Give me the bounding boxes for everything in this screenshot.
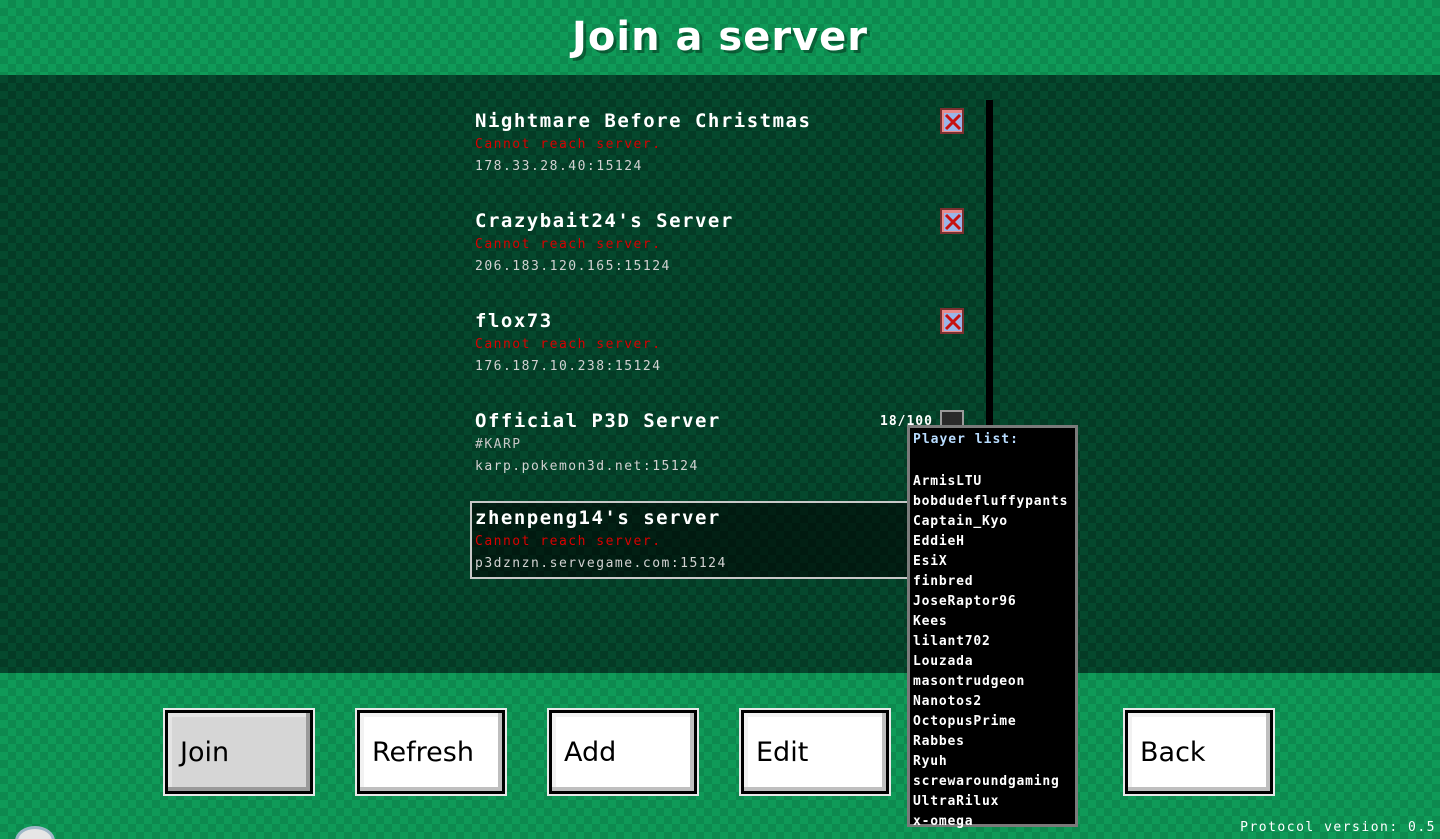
server-list-scrollbar[interactable] [986, 100, 993, 430]
player-name: Louzada [913, 654, 974, 669]
server-address: p3dznzn.servegame.com:15124 [475, 556, 727, 571]
unreachable-x-icon [940, 308, 964, 334]
add-button[interactable]: Add [549, 710, 697, 794]
page-title: Join a server [572, 14, 868, 60]
server-entry-3[interactable]: flox73 Cannot reach server. 176.187.10.2… [470, 304, 970, 382]
player-name: bobdudefluffypants [913, 494, 1069, 509]
server-name: zhenpeng14's server [475, 507, 721, 529]
player-name: Nanotos2 [913, 694, 983, 709]
corner-button-icon[interactable] [15, 826, 55, 839]
server-name: flox73 [475, 310, 553, 332]
server-address: karp.pokemon3d.net:15124 [475, 459, 699, 474]
join-button[interactable]: Join [165, 710, 313, 794]
server-address: 178.33.28.40:15124 [475, 159, 643, 174]
server-motd: #KARP [475, 437, 522, 452]
tooltip-title: Player list: [913, 432, 1019, 447]
protocol-version: Protocol version: 0.5 [1240, 820, 1436, 835]
player-name: lilant702 [913, 634, 991, 649]
player-name: Rabbes [913, 734, 965, 749]
server-address: 206.183.120.165:15124 [475, 259, 671, 274]
server-name: Crazybait24's Server [475, 210, 734, 232]
player-name: EsiX [913, 554, 948, 569]
server-status: Cannot reach server. [475, 237, 662, 252]
server-status: Cannot reach server. [475, 137, 662, 152]
player-name: OctopusPrime [913, 714, 1017, 729]
server-entry-2[interactable]: Crazybait24's Server Cannot reach server… [470, 204, 970, 282]
edit-button[interactable]: Edit [741, 710, 889, 794]
back-button[interactable]: Back [1125, 710, 1273, 794]
refresh-button[interactable]: Refresh [357, 710, 505, 794]
server-entry-5-selected[interactable]: zhenpeng14's server Cannot reach server.… [470, 501, 940, 579]
player-list-tooltip: Player list: ArmisLTU bobdudefluffypants… [907, 425, 1078, 829]
player-name: EddieH [913, 534, 965, 549]
server-address: 176.187.10.238:15124 [475, 359, 662, 374]
player-name: finbred [913, 574, 974, 589]
server-name: Official P3D Server [475, 410, 721, 432]
server-status: Cannot reach server. [475, 337, 662, 352]
server-entry-4[interactable]: Official P3D Server #KARP karp.pokemon3d… [470, 404, 970, 482]
server-entry-1[interactable]: Nightmare Before Christmas Cannot reach … [470, 104, 970, 182]
player-name: JoseRaptor96 [913, 594, 1017, 609]
player-name: UltraRilux [913, 794, 1000, 809]
player-name: masontrudgeon [913, 674, 1026, 689]
player-name: Kees [913, 614, 948, 629]
server-name: Nightmare Before Christmas [475, 110, 812, 132]
player-name: Ryuh [913, 754, 948, 769]
player-name: screwaroundgaming [913, 774, 1060, 789]
player-name: Captain_Kyo [913, 514, 1008, 529]
player-name: x-omega [913, 814, 974, 829]
unreachable-x-icon [940, 108, 964, 134]
player-list: ArmisLTU bobdudefluffypants Captain_Kyo … [913, 472, 1075, 832]
player-name: ArmisLTU [913, 474, 983, 489]
server-status: Cannot reach server. [475, 534, 662, 549]
unreachable-x-icon [940, 208, 964, 234]
